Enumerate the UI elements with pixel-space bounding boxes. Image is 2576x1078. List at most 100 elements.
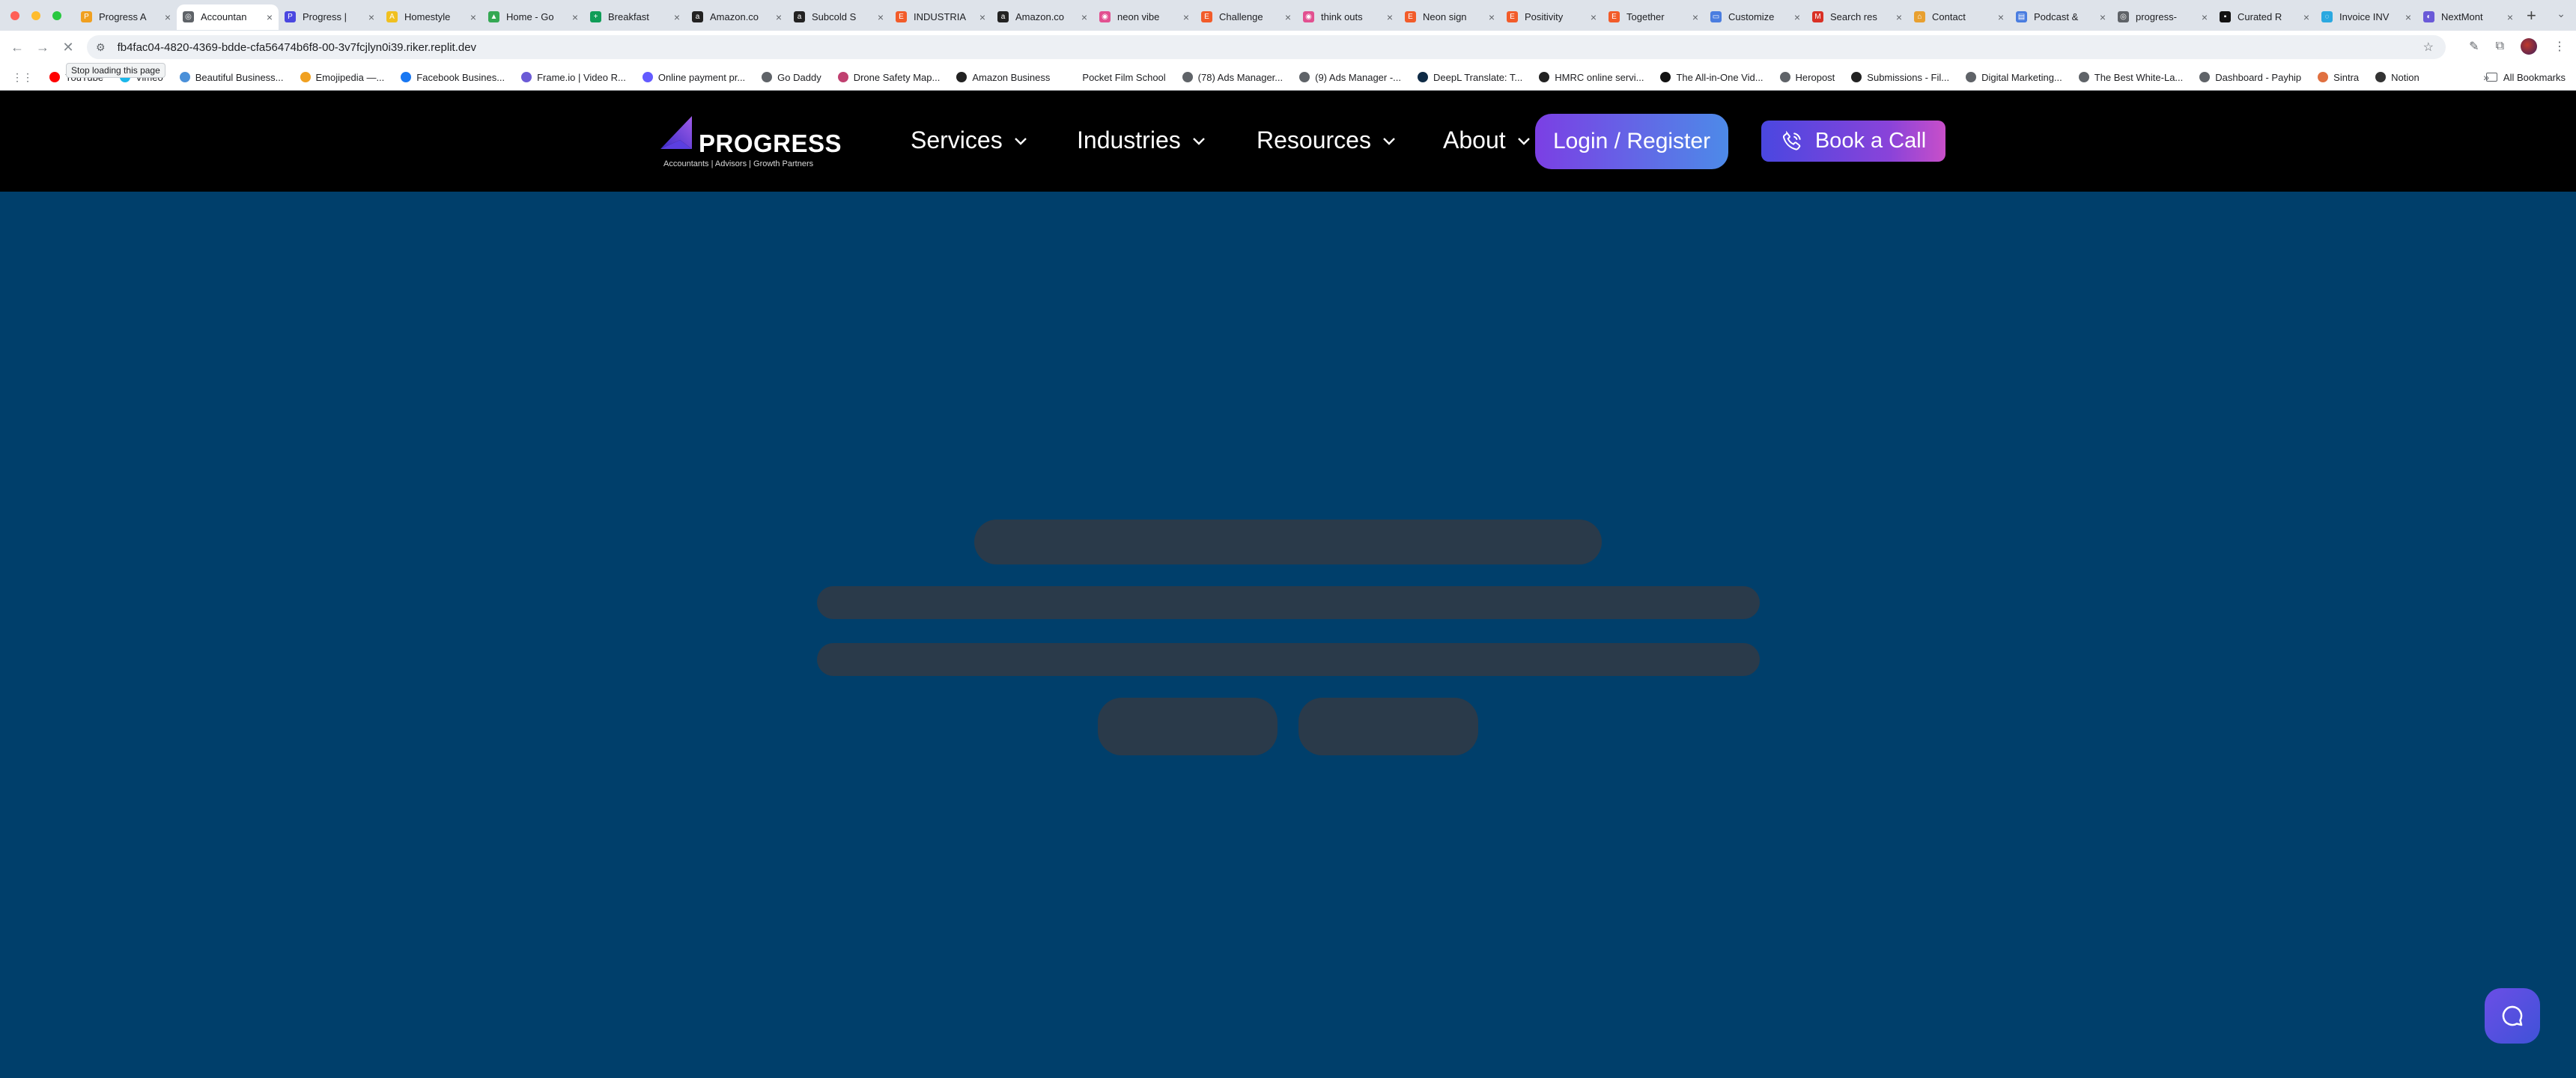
nav-industries[interactable]: Industries [1077, 127, 1206, 154]
bookmark-item[interactable]: Pocket Film School [1066, 72, 1166, 83]
apps-grid-icon[interactable]: ⋮⋮ [12, 71, 33, 84]
login-register-button[interactable]: Login / Register [1535, 114, 1728, 169]
book-a-call-button[interactable]: Book a Call [1761, 121, 1945, 162]
browser-tab[interactable]: a Subcold S × [788, 4, 890, 30]
close-tab-icon[interactable]: × [2303, 11, 2309, 23]
browser-tab[interactable]: ◉ think outs × [1297, 4, 1399, 30]
bookmark-item[interactable]: (78) Ads Manager... [1182, 72, 1283, 83]
close-tab-icon[interactable]: × [776, 11, 782, 23]
browser-tab[interactable]: ◐ NextMont × [2417, 4, 2519, 30]
bookmark-item[interactable]: Go Daddy [762, 72, 821, 83]
browser-tab[interactable]: ◌ Invoice INV × [2315, 4, 2417, 30]
chat-launcher-button[interactable] [2485, 988, 2540, 1044]
close-tab-icon[interactable]: × [1489, 11, 1495, 23]
browser-tab[interactable]: ◎ Accountan × [177, 4, 279, 30]
close-tab-icon[interactable]: × [1896, 11, 1902, 23]
tab-search-icon[interactable]: ⌄ [2557, 7, 2566, 20]
browser-toolbar: ← → ✕ ⚙ fb4fac04-4820-4369-bdde-cfa56474… [0, 31, 2576, 64]
browser-tab[interactable]: ▲ Home - Go × [482, 4, 584, 30]
bookmark-item[interactable]: (9) Ads Manager -... [1299, 72, 1401, 83]
close-tab-icon[interactable]: × [572, 11, 578, 23]
browser-tab[interactable]: P Progress | × [279, 4, 380, 30]
close-window-button[interactable] [10, 10, 19, 20]
close-tab-icon[interactable]: × [1183, 11, 1189, 23]
url-text[interactable]: fb4fac04-4820-4369-bdde-cfa56474b6f8-00-… [118, 41, 476, 54]
bookmark-item[interactable]: Dashboard - Payhip [2199, 72, 2301, 83]
browser-tab[interactable]: E INDUSTRIA × [890, 4, 991, 30]
bookmark-item[interactable]: Frame.io | Video R... [521, 72, 626, 83]
close-tab-icon[interactable]: × [2100, 11, 2106, 23]
bookmark-item[interactable]: Amazon Business [956, 72, 1050, 83]
close-tab-icon[interactable]: × [878, 11, 884, 23]
bookmark-star-icon[interactable]: ☆ [2423, 40, 2434, 55]
bookmark-item[interactable]: Beautiful Business... [179, 72, 284, 83]
minimize-window-button[interactable] [31, 10, 40, 20]
forward-icon[interactable]: → [30, 40, 55, 55]
site-info-icon[interactable]: ⚙ [96, 41, 106, 54]
close-tab-icon[interactable]: × [165, 11, 171, 23]
eyedropper-icon[interactable]: ✎ [2469, 39, 2479, 54]
close-tab-icon[interactable]: × [674, 11, 680, 23]
bookmark-item[interactable]: The All-in-One Vid... [1660, 72, 1764, 83]
browser-tab[interactable]: E Positivity × [1501, 4, 1603, 30]
close-tab-icon[interactable]: × [2507, 11, 2513, 23]
close-tab-icon[interactable]: × [2405, 11, 2411, 23]
browser-tab[interactable]: a Amazon.co × [991, 4, 1093, 30]
browser-tab[interactable]: M Search res × [1806, 4, 1908, 30]
bookmark-item[interactable]: The Best White-La... [2078, 72, 2183, 83]
all-bookmarks-button[interactable]: All Bookmarks [2485, 72, 2566, 83]
bookmark-item[interactable]: Submissions - Fil... [1851, 72, 1949, 83]
profile-avatar[interactable] [2521, 38, 2537, 55]
tab-title: Challenge [1219, 11, 1263, 22]
bookmark-item[interactable]: Notion [2375, 72, 2419, 83]
tab-title: Search res [1830, 11, 1877, 22]
close-tab-icon[interactable]: × [1998, 11, 2004, 23]
bookmark-item[interactable]: HMRC online servi... [1539, 72, 1644, 83]
progress-logo[interactable]: PROGRESS Accountants | Advisors | Growth… [659, 113, 842, 173]
close-tab-icon[interactable]: × [267, 11, 273, 23]
bookmark-item[interactable]: Emojipedia —... [300, 72, 384, 83]
tab-favicon-icon: ◌ [2321, 11, 2333, 22]
browser-tab[interactable]: + Breakfast × [584, 4, 686, 30]
browser-tab[interactable]: ⌂ Contact × [1908, 4, 2010, 30]
bookmark-item[interactable]: Facebook Busines... [401, 72, 505, 83]
browser-tab[interactable]: ▪ Curated R × [2214, 4, 2315, 30]
close-tab-icon[interactable]: × [1794, 11, 1800, 23]
browser-tab[interactable]: ▭ Customize × [1704, 4, 1806, 30]
close-tab-icon[interactable]: × [1285, 11, 1291, 23]
close-tab-icon[interactable]: × [470, 11, 476, 23]
bookmark-item[interactable]: Digital Marketing... [1966, 72, 2062, 83]
bookmark-favicon-icon [1660, 72, 1671, 82]
browser-tab[interactable]: ◉ neon vibe × [1093, 4, 1195, 30]
maximize-window-button[interactable] [52, 10, 61, 20]
bookmark-item[interactable]: Heropost [1779, 72, 1835, 83]
address-bar[interactable]: ⚙ fb4fac04-4820-4369-bdde-cfa56474b6f8-0… [87, 35, 2446, 59]
close-tab-icon[interactable]: × [1591, 11, 1597, 23]
stop-loading-icon[interactable]: ✕ [55, 40, 81, 55]
browser-tab[interactable]: ▤ Podcast & × [2010, 4, 2112, 30]
browser-tab[interactable]: E Neon sign × [1399, 4, 1501, 30]
extensions-icon[interactable]: ⧉ [2496, 40, 2504, 53]
bookmark-item[interactable]: Online payment pr... [642, 72, 745, 83]
browser-tab[interactable]: E Together × [1603, 4, 1704, 30]
nav-resources[interactable]: Resources [1257, 127, 1397, 154]
browser-tab[interactable]: A Homestyle × [380, 4, 482, 30]
close-tab-icon[interactable]: × [1081, 11, 1087, 23]
browser-menu-icon[interactable]: ⋮ [2554, 39, 2566, 54]
browser-tab[interactable]: E Challenge × [1195, 4, 1297, 30]
close-tab-icon[interactable]: × [368, 11, 374, 23]
new-tab-button[interactable]: + [2527, 6, 2536, 25]
close-tab-icon[interactable]: × [979, 11, 985, 23]
browser-tab[interactable]: ◎ progress- × [2112, 4, 2214, 30]
close-tab-icon[interactable]: × [1692, 11, 1698, 23]
close-tab-icon[interactable]: × [1387, 11, 1393, 23]
nav-about[interactable]: About [1443, 127, 1531, 154]
bookmark-item[interactable]: Sintra [2318, 72, 2359, 83]
bookmark-item[interactable]: DeepL Translate: T... [1418, 72, 1522, 83]
bookmark-item[interactable]: Drone Safety Map... [837, 72, 940, 83]
back-icon[interactable]: ← [4, 40, 30, 55]
close-tab-icon[interactable]: × [2202, 11, 2208, 23]
browser-tab[interactable]: a Amazon.co × [686, 4, 788, 30]
nav-services[interactable]: Services [911, 127, 1028, 154]
browser-tab[interactable]: P Progress A × [75, 4, 177, 30]
